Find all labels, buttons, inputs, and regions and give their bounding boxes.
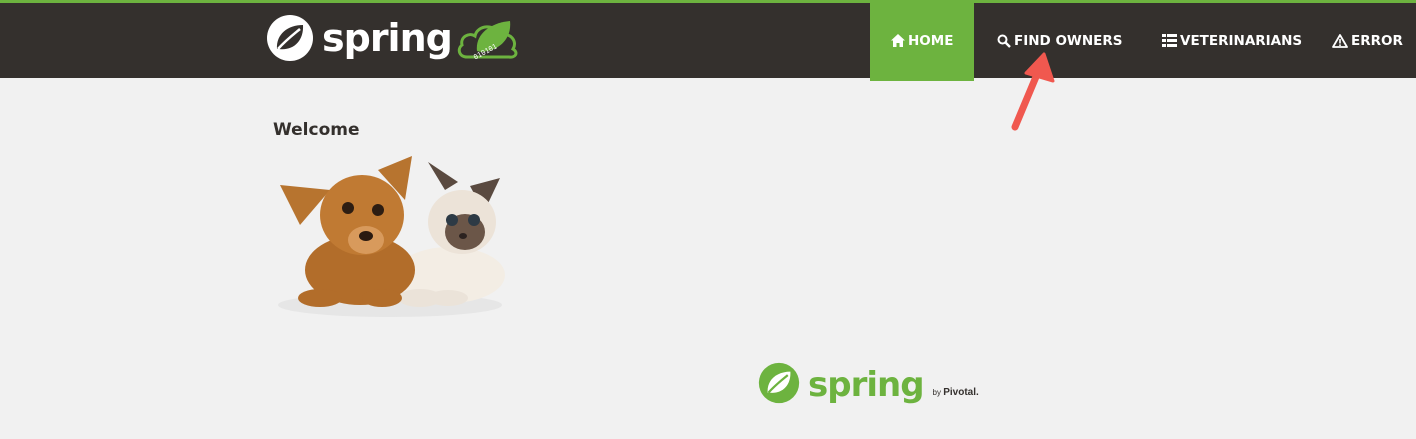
brand-wordmark: spring [322,16,453,60]
nav-home-label: Home [908,32,954,49]
nav-find-owners[interactable]: Find owners [974,0,1149,81]
nav-home[interactable]: Home [870,0,974,81]
cloud-leaf-icon: 010101 [457,21,518,61]
nav-error-label: Error [1351,32,1403,49]
page-title: Welcome [273,120,360,140]
search-icon [997,34,1011,48]
footer-wordmark: spring [808,365,925,405]
main-nav: Home Find owners Veterinarians Error [870,0,1403,81]
spring-logo[interactable]: spring 010101 [266,13,521,63]
list-icon [1162,34,1177,47]
top-navbar: spring 010101 Home Find owners [0,0,1416,81]
spring-leaf-icon [758,362,800,404]
nav-error[interactable]: Error [1325,0,1403,81]
footer-by-pivotal: by Pivotal. [933,387,979,398]
footer-spring-pivotal-logo[interactable]: spring by Pivotal. [758,362,979,404]
footer-by-prefix: by [932,388,941,397]
nav-find-owners-label: Find owners [1014,32,1123,49]
warning-icon [1332,33,1348,48]
spring-leaf-icon [267,15,313,61]
home-icon [891,34,905,47]
nav-veterinarians[interactable]: Veterinarians [1149,0,1325,81]
nav-veterinarians-label: Veterinarians [1180,32,1303,49]
footer-pivotal-name: Pivotal. [943,387,979,398]
pets-image [278,156,505,317]
